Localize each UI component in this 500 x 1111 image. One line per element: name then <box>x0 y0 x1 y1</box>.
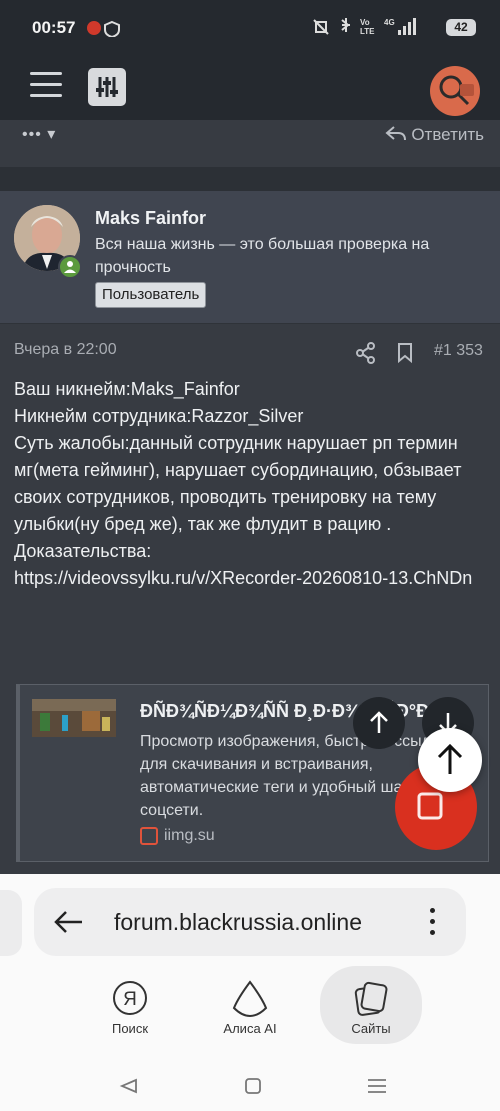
online-status-icon <box>58 255 82 279</box>
status-bar: 00:57 Vo LTE 4G 42 <box>0 0 500 58</box>
post-line: Суть жалобы:данный сотрудник нарушает рп… <box>14 433 467 534</box>
user-title: Вся наша жизнь — это большая проверка на… <box>95 236 430 276</box>
battery-indicator: 42 <box>446 18 476 36</box>
reply-icon <box>385 126 406 141</box>
system-home-button[interactable] <box>244 1078 262 1099</box>
nav-sites-label: Сайты <box>351 1021 391 1036</box>
back-arrow-icon[interactable] <box>52 908 84 941</box>
home-square-icon <box>245 1078 261 1094</box>
filter-button[interactable] <box>88 68 126 106</box>
previous-post-actions: ••• ▾ Ответить <box>0 120 500 167</box>
scroll-up-button[interactable] <box>353 697 405 749</box>
search-button[interactable] <box>430 66 480 116</box>
browser-bottom-bar: forum.blackrussia.online Я Поиск Алиса A… <box>0 874 500 1111</box>
arrow-up-icon <box>370 711 388 733</box>
post-separator <box>0 167 500 191</box>
back-triangle-icon <box>119 1078 137 1094</box>
alice-icon <box>232 980 268 1018</box>
yandex-search-icon: Я <box>113 981 147 1015</box>
link-preview-thumbnail <box>32 699 116 737</box>
post-link[interactable]: https://videovssylku.ru/v/XRecorder-2026… <box>14 565 484 592</box>
nav-alice[interactable]: Алиса AI <box>200 974 300 1044</box>
app-notification-icon <box>87 20 120 39</box>
post-line: Доказательства: <box>14 541 152 561</box>
nav-sites[interactable]: Сайты <box>320 966 422 1044</box>
status-system-icons: Vo LTE 4G 42 <box>312 16 476 38</box>
post-line: Никнейм сотрудника:Razzor_Silver <box>14 406 304 426</box>
link-preview-domain: iimg.su <box>140 827 215 845</box>
more-menu-button[interactable]: ••• ▾ <box>22 124 56 144</box>
post-line: Ваш никнейм:Maks_Fainfor <box>14 379 240 399</box>
reply-button[interactable]: Ответить <box>385 124 484 145</box>
system-recents-button[interactable] <box>367 1078 387 1099</box>
nav-search-label: Поиск <box>111 1021 149 1036</box>
site-favicon-icon <box>140 827 158 845</box>
reply-label: Ответить <box>411 125 484 144</box>
svg-text:Я: Я <box>123 989 137 1010</box>
tabs-icon <box>354 981 388 1016</box>
post-number[interactable]: #1 353 <box>434 342 483 360</box>
forum-top-bar <box>0 58 500 120</box>
recents-lines-icon <box>368 1079 386 1093</box>
sliders-icon <box>96 77 118 97</box>
share-button[interactable] <box>355 342 377 369</box>
system-back-button[interactable] <box>118 1078 140 1099</box>
more-label: ••• <box>22 126 42 143</box>
more-options-icon[interactable] <box>430 908 436 941</box>
address-url[interactable]: forum.blackrussia.online <box>114 909 362 936</box>
svg-text:Vo: Vo <box>360 18 370 27</box>
share-icon <box>356 342 375 364</box>
menu-icon[interactable] <box>30 70 64 100</box>
svg-text:4G: 4G <box>384 18 395 27</box>
post-date[interactable]: Вчера в 22:00 <box>14 341 117 359</box>
username[interactable]: Maks Fainfor <box>95 208 206 229</box>
arrow-up-icon <box>437 743 463 774</box>
status-time: 00:57 <box>32 18 76 37</box>
previous-tab-peek[interactable] <box>0 890 22 956</box>
nav-search[interactable]: Я Поиск <box>80 974 180 1044</box>
nav-alice-label: Алиса AI <box>223 1021 277 1036</box>
domain-label: iimg.su <box>164 827 215 845</box>
address-bar[interactable]: forum.blackrussia.online <box>34 888 466 956</box>
search-icon <box>439 75 474 106</box>
post-author-block: Maks Fainfor Вся наша жизнь — это больша… <box>0 191 500 324</box>
status-notification-icons <box>86 19 128 42</box>
svg-text:LTE: LTE <box>360 27 375 36</box>
user-role-badge: Пользователь <box>95 282 207 308</box>
signal-icons: Vo LTE 4G <box>312 18 416 36</box>
bookmark-icon <box>398 343 412 364</box>
post-body: Ваш никнейм:Maks_Fainfor Никнейм сотрудн… <box>14 376 484 592</box>
bookmark-button[interactable] <box>396 342 414 369</box>
scroll-top-fab[interactable] <box>418 728 482 792</box>
